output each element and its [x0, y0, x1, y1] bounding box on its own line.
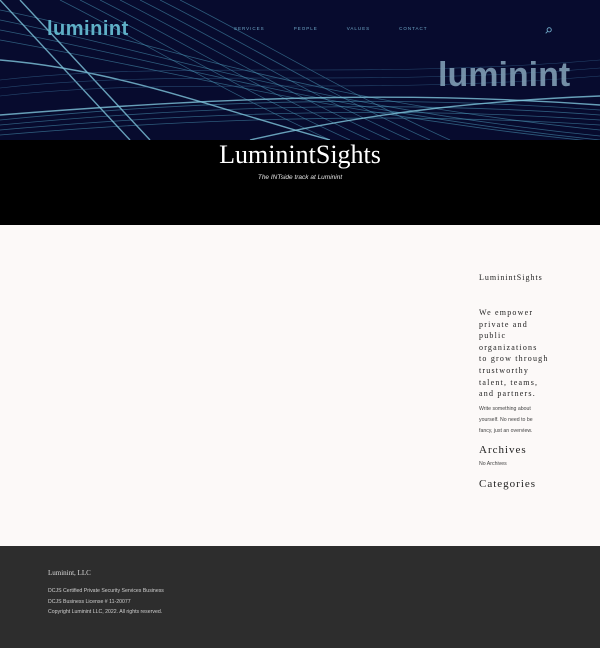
- nav-services[interactable]: SERVICES: [234, 26, 265, 31]
- page-subtitle: The INTside track at Luminint: [257, 174, 343, 181]
- hero-banner: luminint SERVICES PEOPLE VALUES CONTACT …: [0, 0, 600, 140]
- footer-copyright: Copyright Luminint LLC, 2022. All rights…: [48, 609, 163, 615]
- sidebar-tagline: We empower private and public organizati…: [479, 308, 549, 399]
- sidebar-about-text: Write something about yourself. No need …: [479, 406, 533, 434]
- archives-heading: Archives: [479, 444, 527, 456]
- search-icon[interactable]: [545, 27, 552, 34]
- site-footer: Luminint, LLC DCJS Certified Private Sec…: [0, 546, 600, 648]
- footer-certification: DCJS Certified Private Security Services…: [48, 588, 164, 594]
- nav-people[interactable]: PEOPLE: [294, 26, 318, 31]
- nav-contact[interactable]: CONTACT: [399, 26, 427, 31]
- archives-empty-text: No Archives: [479, 461, 507, 467]
- footer-brand: Luminint, LLC: [48, 569, 91, 577]
- categories-heading: Categories: [479, 478, 537, 490]
- site-logo[interactable]: luminint: [47, 18, 129, 41]
- hero-brand-wordmark: luminint: [438, 56, 571, 94]
- page-title: LuminintSights: [219, 140, 381, 169]
- sidebar-site-title[interactable]: LuminintSights: [479, 273, 543, 282]
- nav-values[interactable]: VALUES: [347, 26, 370, 31]
- footer-license: DCJS Business License # 11-20077: [48, 599, 131, 605]
- title-band: LuminintSights The INTside track at Lumi…: [0, 140, 600, 225]
- main-nav: SERVICES PEOPLE VALUES CONTACT: [234, 26, 457, 31]
